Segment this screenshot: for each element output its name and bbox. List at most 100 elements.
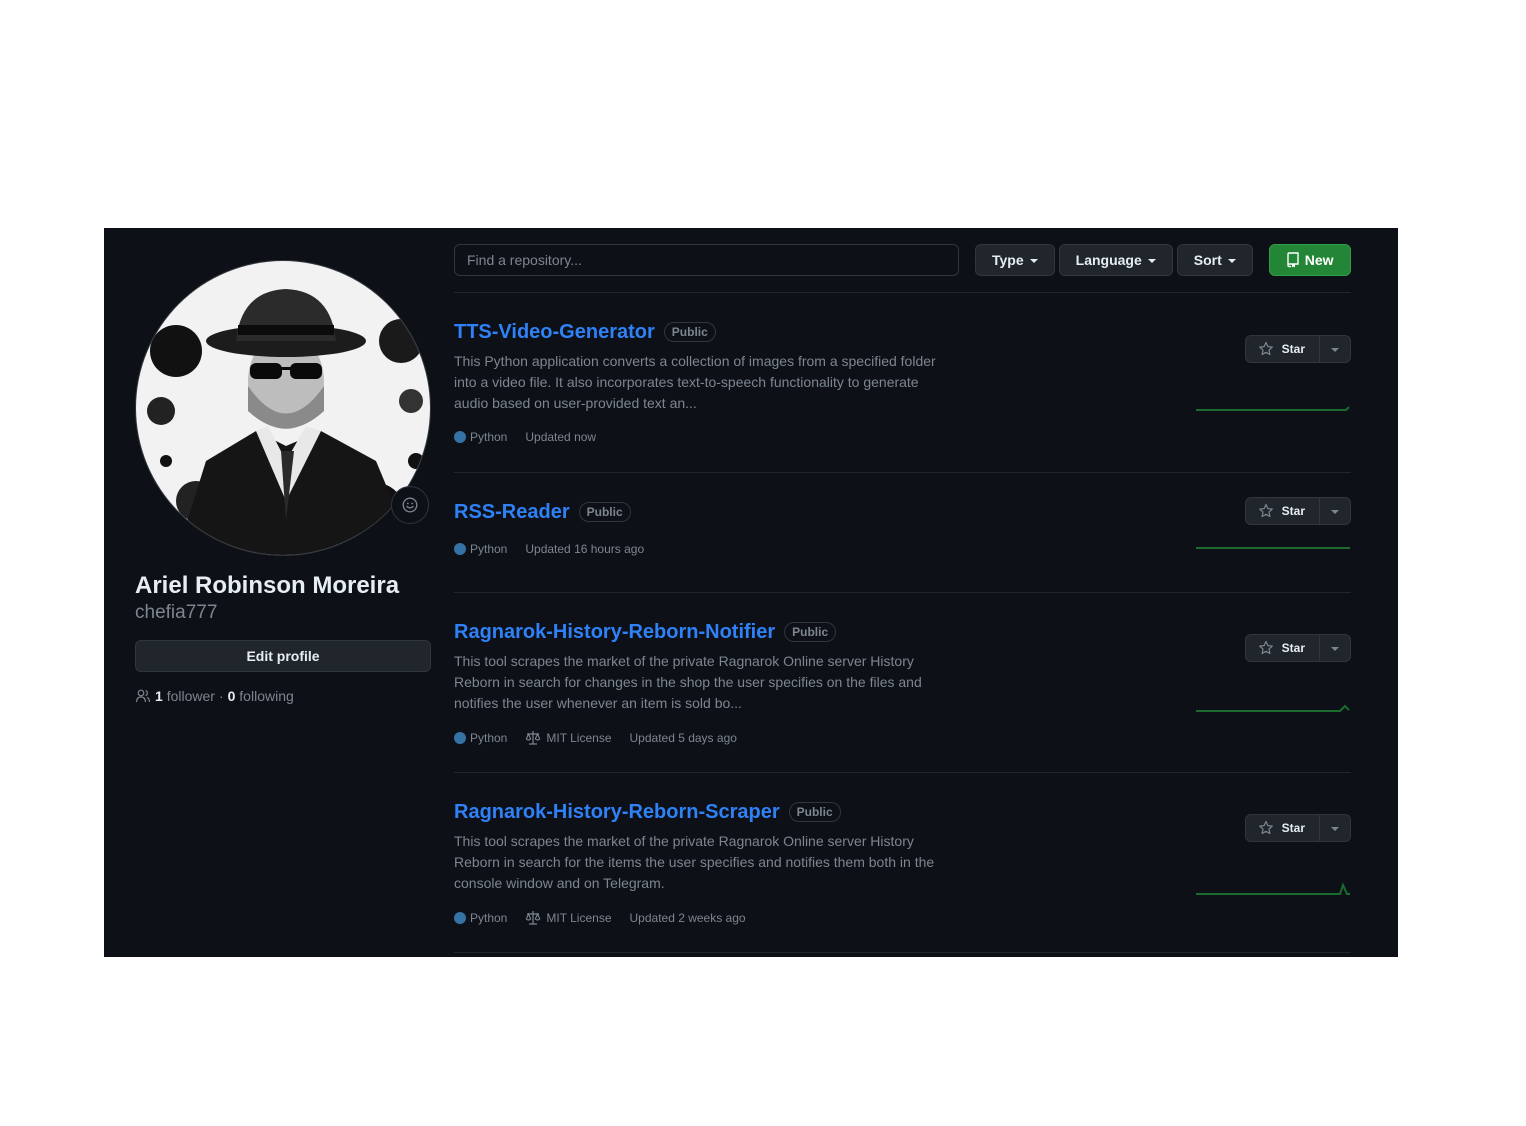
repo-header: RSS-Reader Public [454, 497, 1351, 527]
profile-page: Ariel Robinson Moreira chefia777 Edit pr… [104, 228, 1398, 957]
star-icon [1258, 640, 1273, 655]
profile-fullname: Ariel Robinson Moreira [135, 572, 400, 599]
repo-search-input[interactable] [454, 244, 959, 276]
follow-stats: 1 follower · 0 following [135, 688, 431, 704]
star-list-dropdown[interactable] [1320, 815, 1350, 841]
following-count: 0 [227, 688, 236, 704]
star-button-group: Star [1244, 335, 1351, 363]
star-button-group: Star [1244, 497, 1351, 525]
star-list-dropdown[interactable] [1320, 498, 1350, 524]
repo-updated: Updated 5 days ago [629, 731, 737, 745]
repo-name-link[interactable]: RSS-Reader [454, 501, 570, 524]
star-label: Star [1281, 342, 1305, 356]
law-icon [525, 911, 541, 925]
repository-list-pane: Type Language Sort New [454, 244, 1351, 953]
star-label: Star [1281, 504, 1305, 518]
repo-icon [1287, 252, 1299, 268]
caret-down-icon [1331, 827, 1339, 831]
repo-description: This Python application converts a colle… [454, 353, 936, 411]
following-link[interactable]: 0 following [228, 688, 294, 704]
followers-link[interactable]: 1 follower [155, 688, 215, 704]
star-button[interactable]: Star [1246, 635, 1320, 661]
visibility-badge: Public [788, 802, 841, 822]
caret-down-icon [1227, 259, 1236, 263]
star-button[interactable]: Star [1246, 498, 1320, 524]
star-button-group: Star [1244, 634, 1351, 662]
activity-sparkline [1196, 406, 1350, 411]
repo-name-link[interactable]: Ragnarok-History-Reborn-Scraper [454, 801, 780, 824]
activity-sparkline [1196, 704, 1350, 712]
repo-meta: Python MIT License Updated 2 weeks ago [454, 910, 1351, 926]
star-list-dropdown[interactable] [1320, 635, 1350, 661]
repo-license-label: MIT License [546, 731, 612, 745]
star-icon [1258, 820, 1273, 835]
caret-down-icon [1331, 348, 1339, 352]
repo-list-item: Star TTS-Video-Generator Public This Pyt… [454, 293, 1351, 473]
repo-filter-bar: Type Language Sort New [454, 244, 1351, 293]
language-color-dot [454, 431, 466, 443]
followers-count: 1 [155, 688, 163, 704]
star-label: Star [1281, 641, 1305, 655]
repo-name-link[interactable]: TTS-Video-Generator [454, 321, 655, 344]
star-button[interactable]: Star [1246, 815, 1320, 841]
repo-language-label: Python [470, 911, 508, 925]
profile-sidebar: Ariel Robinson Moreira chefia777 Edit pr… [135, 260, 431, 704]
type-filter-button[interactable]: Type [975, 244, 1055, 276]
repo-description: This tool scrapes the market of the priv… [454, 653, 922, 711]
repo-list-item: Star RSS-Reader Public Python Updated 16… [454, 473, 1351, 593]
language-color-dot [454, 732, 466, 744]
repo-meta: Python Updated now [454, 430, 1351, 444]
repo-language-label: Python [470, 731, 508, 745]
star-icon [1258, 503, 1273, 518]
law-icon [525, 731, 541, 745]
language-filter-button[interactable]: Language [1058, 244, 1173, 276]
sort-filter-label: Sort [1193, 252, 1222, 268]
new-repo-button[interactable]: New [1268, 244, 1351, 276]
repo-name-link[interactable]: Ragnarok-History-Reborn-Notifier [454, 621, 775, 644]
smiley-icon [402, 497, 418, 513]
followers-label: follower [166, 688, 215, 704]
star-label: Star [1281, 821, 1305, 835]
repo-license: MIT License [525, 730, 612, 746]
activity-sparkline [1196, 882, 1350, 895]
visibility-badge: Public [784, 622, 837, 642]
repo-language: Python [454, 731, 507, 745]
star-icon [1258, 341, 1273, 356]
visibility-badge: Public [578, 502, 631, 522]
avatar[interactable] [135, 260, 431, 556]
repo-license-label: MIT License [546, 911, 612, 925]
activity-sparkline [1196, 547, 1350, 549]
repo-header: Ragnarok-History-Reborn-Scraper Public [454, 797, 1351, 827]
repo-header: Ragnarok-History-Reborn-Notifier Public [454, 617, 1351, 647]
repo-language: Python [454, 911, 507, 925]
language-color-dot [454, 543, 466, 555]
repo-updated: Updated now [525, 430, 597, 444]
star-button-group: Star [1244, 814, 1351, 842]
sort-filter-button[interactable]: Sort [1176, 244, 1253, 276]
repo-language-label: Python [470, 542, 508, 556]
set-status-button[interactable] [391, 486, 429, 524]
profile-username: chefia777 [135, 602, 218, 623]
avatar-container [135, 260, 431, 556]
language-color-dot [454, 912, 466, 924]
following-label: following [239, 688, 294, 704]
repo-updated: Updated 2 weeks ago [629, 911, 746, 925]
edit-profile-button[interactable]: Edit profile [135, 640, 431, 672]
new-repo-label: New [1304, 252, 1334, 268]
repo-license: MIT License [525, 910, 612, 926]
star-list-dropdown[interactable] [1320, 336, 1350, 362]
language-filter-label: Language [1075, 252, 1142, 268]
caret-down-icon [1331, 510, 1339, 514]
repo-header: TTS-Video-Generator Public [454, 317, 1351, 347]
star-button[interactable]: Star [1246, 336, 1320, 362]
people-icon [135, 689, 151, 703]
visibility-badge: Public [663, 322, 716, 342]
type-filter-label: Type [992, 252, 1024, 268]
repo-list-item: Star Ragnarok-History-Reborn-Notifier Pu… [454, 593, 1351, 773]
repo-list-item: Star Ragnarok-History-Reborn-Scraper Pub… [454, 773, 1351, 953]
caret-down-icon [1147, 259, 1156, 263]
repo-updated: Updated 16 hours ago [525, 542, 645, 556]
caret-down-icon [1029, 259, 1038, 263]
repo-language: Python [454, 430, 507, 444]
repo-language: Python [454, 542, 507, 556]
